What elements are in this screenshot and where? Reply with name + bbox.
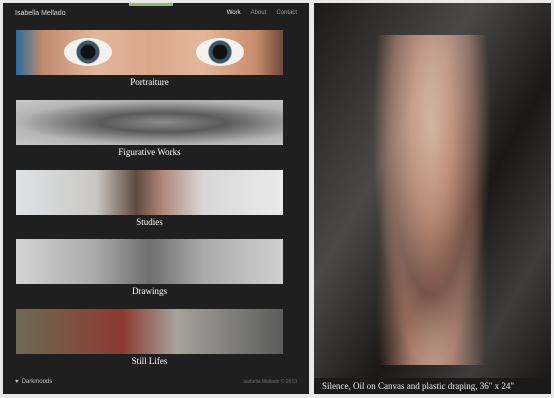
right-eye-image bbox=[196, 38, 244, 66]
footer-label: Darkmoods bbox=[21, 379, 53, 385]
portfolio-panel: Isabella Mellado Work About Contact Port… bbox=[3, 3, 309, 394]
plastic-draping-overlay bbox=[314, 3, 551, 394]
nav-contact[interactable]: Contact bbox=[276, 10, 297, 16]
site-title[interactable]: Isabella Mellado bbox=[15, 10, 66, 17]
nav-work[interactable]: Work bbox=[227, 10, 241, 16]
still-lifes-thumbnail[interactable] bbox=[16, 309, 283, 354]
category-label[interactable]: Figurative Works bbox=[16, 147, 283, 157]
nav-about[interactable]: About bbox=[251, 10, 267, 16]
category-label[interactable]: Portraiture bbox=[16, 77, 283, 87]
copyright-text: Isabella Mellado © 2013 bbox=[243, 379, 297, 385]
top-nav: Work About Contact bbox=[227, 10, 297, 16]
figurative-thumbnail[interactable] bbox=[16, 100, 283, 145]
category-label[interactable]: Still Lifes bbox=[16, 356, 283, 366]
portraiture-thumbnail[interactable] bbox=[16, 30, 283, 75]
featured-artwork: Silence, Oil on Canvas and plastic drapi… bbox=[314, 3, 551, 394]
category-figurative-works[interactable]: Figurative Works bbox=[16, 100, 283, 157]
category-portraiture[interactable]: Portraiture bbox=[16, 30, 283, 87]
category-studies[interactable]: Studies bbox=[16, 170, 283, 227]
studies-thumbnail[interactable] bbox=[16, 170, 283, 215]
active-nav-indicator bbox=[129, 3, 173, 6]
category-still-lifes[interactable]: Still Lifes bbox=[16, 309, 283, 366]
artwork-caption: Silence, Oil on Canvas and plastic drapi… bbox=[322, 381, 515, 391]
category-label[interactable]: Studies bbox=[16, 217, 283, 227]
screenshot-frame: Isabella Mellado Work About Contact Port… bbox=[0, 0, 554, 398]
category-label[interactable]: Drawings bbox=[16, 286, 283, 296]
left-eye-image bbox=[64, 38, 112, 66]
category-drawings[interactable]: Drawings bbox=[16, 239, 283, 296]
footer-link[interactable]: ♥ Darkmoods bbox=[15, 379, 52, 385]
drawings-thumbnail[interactable] bbox=[16, 239, 283, 284]
heart-icon: ♥ bbox=[15, 379, 19, 385]
